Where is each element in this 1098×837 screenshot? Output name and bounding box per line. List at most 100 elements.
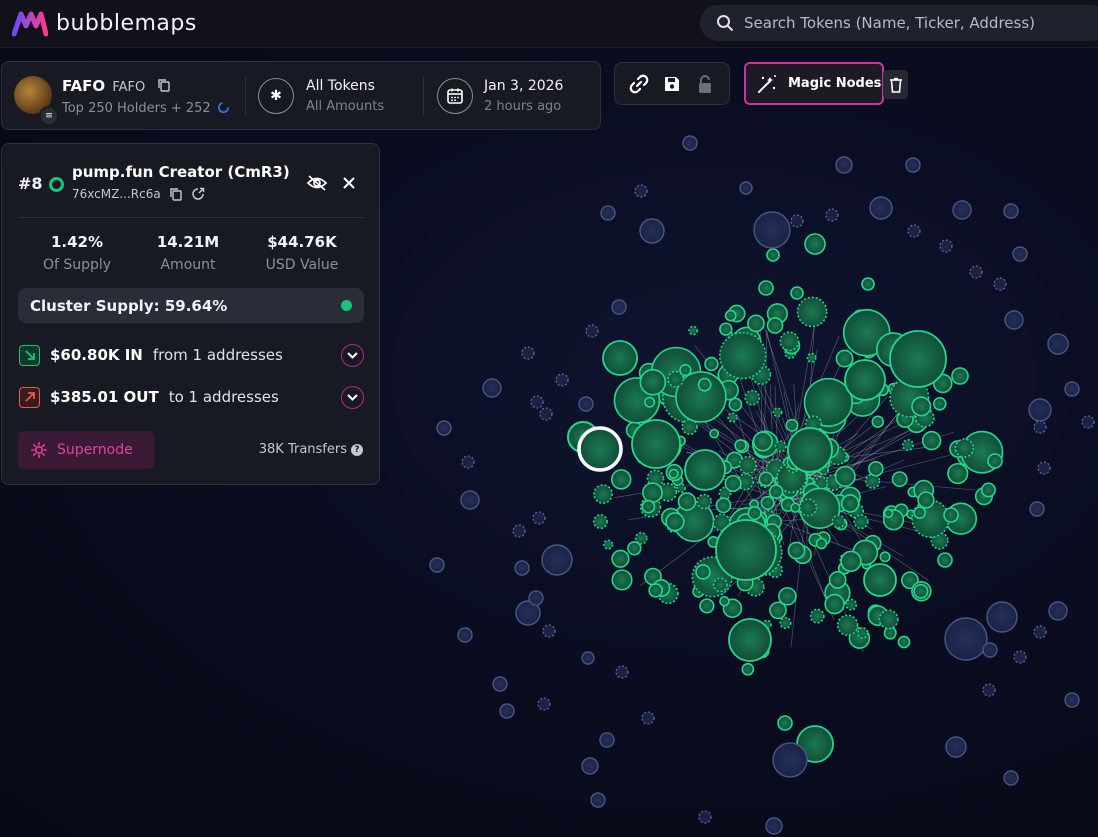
holder-bubble[interactable] bbox=[727, 412, 738, 423]
holder-bubble[interactable] bbox=[747, 506, 762, 521]
holder-bubble[interactable] bbox=[699, 598, 715, 614]
holder-bubble[interactable] bbox=[712, 577, 728, 593]
trash-icon[interactable] bbox=[883, 70, 908, 99]
holder-bubble[interactable] bbox=[639, 218, 665, 244]
filter-title[interactable]: All Tokens bbox=[306, 78, 375, 94]
date-title[interactable]: Jan 3, 2026 bbox=[484, 78, 563, 94]
holder-bubble[interactable] bbox=[684, 449, 726, 491]
holder-bubble[interactable] bbox=[539, 407, 553, 421]
holder-bubble[interactable] bbox=[766, 317, 784, 334]
holder-bubble[interactable] bbox=[840, 494, 860, 513]
chevron-down-icon[interactable] bbox=[341, 344, 364, 367]
holder-bubble[interactable] bbox=[779, 331, 800, 352]
holder-bubble[interactable] bbox=[825, 208, 839, 222]
holder-bubble[interactable] bbox=[796, 296, 828, 328]
holder-bubble[interactable] bbox=[772, 407, 783, 418]
holder-bubble[interactable] bbox=[804, 233, 826, 255]
holder-bubble[interactable] bbox=[752, 431, 773, 452]
logo[interactable]: bubblemaps bbox=[12, 8, 197, 38]
transfers-count[interactable]: 38K Transfers ? bbox=[259, 442, 363, 457]
holder-bubble[interactable] bbox=[857, 627, 869, 639]
holder-bubble[interactable] bbox=[774, 440, 787, 453]
holder-bubble[interactable] bbox=[744, 389, 761, 406]
holder-bubble[interactable] bbox=[778, 587, 797, 606]
holder-bubble[interactable] bbox=[947, 462, 969, 485]
holder-bubble[interactable] bbox=[1013, 650, 1027, 664]
holder-bubble[interactable] bbox=[739, 181, 753, 195]
search-bar[interactable] bbox=[700, 5, 1098, 41]
holder-bubble[interactable] bbox=[815, 537, 828, 550]
holder-bubble[interactable] bbox=[696, 493, 712, 510]
holder-bubble[interactable] bbox=[1028, 398, 1052, 422]
asterisk-icon[interactable]: ✱ bbox=[258, 78, 294, 114]
holders-selector[interactable]: Top 250 Holders + 252 bbox=[62, 101, 230, 116]
holder-bubble[interactable] bbox=[521, 346, 535, 360]
holder-bubble[interactable] bbox=[724, 309, 737, 322]
external-link-icon[interactable] bbox=[191, 187, 205, 201]
holder-bubble[interactable] bbox=[719, 595, 730, 607]
holder-bubble[interactable] bbox=[698, 810, 712, 824]
holder-bubble[interactable] bbox=[709, 428, 720, 439]
holder-bubble[interactable] bbox=[602, 340, 638, 376]
holder-bubble[interactable] bbox=[987, 453, 1003, 469]
holder-bubble[interactable] bbox=[715, 519, 777, 581]
holder-bubble[interactable] bbox=[753, 211, 791, 249]
holder-bubble[interactable] bbox=[869, 196, 893, 220]
holder-bubble[interactable] bbox=[790, 214, 804, 228]
holder-bubble[interactable] bbox=[917, 491, 935, 509]
cluster-supply-row[interactable]: Cluster Supply: 59.64% bbox=[18, 288, 364, 323]
holder-bubble[interactable] bbox=[460, 490, 480, 510]
holder-bubble[interactable] bbox=[600, 205, 616, 221]
holder-bubble[interactable] bbox=[668, 468, 679, 479]
holder-bubble[interactable] bbox=[986, 601, 1018, 633]
holder-bubble[interactable] bbox=[457, 627, 473, 643]
holder-bubble[interactable] bbox=[530, 395, 544, 409]
holder-bubble[interactable] bbox=[679, 363, 692, 377]
holder-bubble[interactable] bbox=[719, 322, 733, 336]
holder-bubble[interactable] bbox=[429, 557, 445, 573]
holder-bubble[interactable] bbox=[532, 511, 546, 525]
holder-bubble[interactable] bbox=[715, 497, 732, 514]
holder-bubble[interactable] bbox=[592, 514, 608, 530]
holder-bubble[interactable] bbox=[590, 792, 606, 808]
holder-bubble[interactable] bbox=[1029, 501, 1045, 517]
holder-bubble[interactable] bbox=[719, 331, 767, 380]
holder-bubble[interactable] bbox=[758, 280, 774, 296]
holder-bubble[interactable] bbox=[499, 703, 515, 719]
holder-bubble[interactable] bbox=[758, 471, 774, 487]
holder-bubble[interactable] bbox=[436, 420, 452, 436]
holder-bubble[interactable] bbox=[828, 571, 847, 589]
holder-bubble[interactable] bbox=[611, 569, 633, 591]
holder-bubble[interactable] bbox=[834, 465, 856, 487]
holder-bubble[interactable] bbox=[677, 492, 697, 511]
holder-bubble[interactable] bbox=[581, 757, 599, 775]
holder-bubble[interactable] bbox=[760, 495, 775, 510]
supernode-button[interactable]: Supernode bbox=[18, 431, 154, 469]
holder-bubble[interactable] bbox=[697, 377, 712, 392]
holder-bubble[interactable] bbox=[911, 396, 932, 417]
holder-bubble[interactable] bbox=[772, 742, 808, 778]
holder-bubble[interactable] bbox=[1047, 333, 1069, 355]
holder-bubble[interactable] bbox=[868, 460, 884, 477]
holder-bubble[interactable] bbox=[790, 286, 804, 300]
holder-bubble[interactable] bbox=[824, 593, 845, 615]
close-icon[interactable] bbox=[338, 172, 360, 194]
holder-bubble[interactable] bbox=[581, 651, 595, 665]
holder-bubble[interactable] bbox=[615, 665, 629, 679]
holder-bubble[interactable] bbox=[889, 330, 947, 388]
inflow-row[interactable]: $60.80K IN from 1 addresses bbox=[19, 343, 283, 367]
holder-bubble[interactable] bbox=[482, 378, 502, 398]
holder-bubble[interactable] bbox=[790, 502, 801, 513]
holder-bubble[interactable] bbox=[682, 135, 698, 151]
holder-bubble[interactable] bbox=[541, 544, 573, 576]
holder-bubble[interactable] bbox=[954, 438, 975, 458]
calendar-icon[interactable] bbox=[437, 78, 473, 114]
holder-bubble[interactable] bbox=[1033, 420, 1047, 434]
holder-bubble[interactable] bbox=[634, 184, 648, 198]
holder-bubble[interactable] bbox=[768, 484, 784, 499]
holder-bubble[interactable] bbox=[787, 427, 833, 473]
holder-bubble[interactable] bbox=[603, 539, 614, 550]
holder-bubble[interactable] bbox=[939, 239, 953, 253]
holder-bubble[interactable] bbox=[787, 541, 806, 560]
holder-bubble[interactable] bbox=[993, 277, 1007, 291]
